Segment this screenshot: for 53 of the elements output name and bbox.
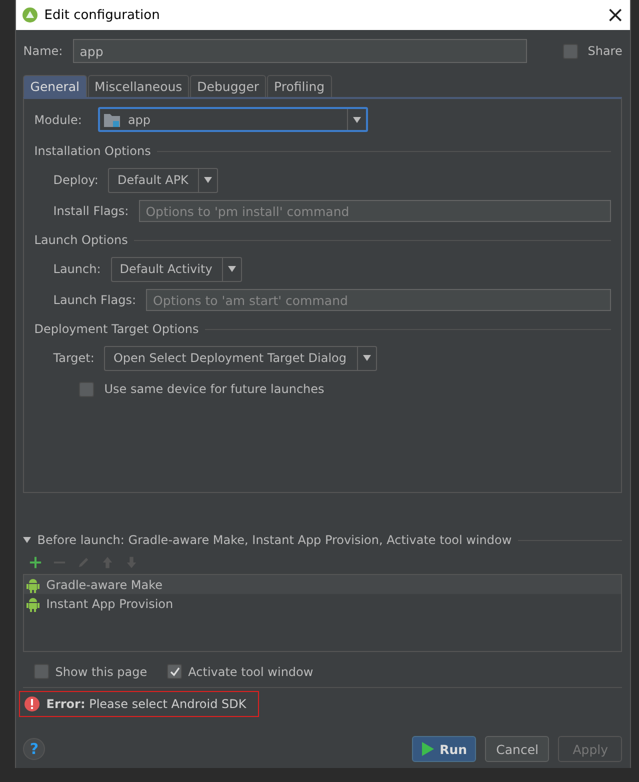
dropdown[interactable]: Default APK	[108, 168, 218, 192]
checkbox[interactable]	[167, 664, 182, 679]
section-title: Installation Options	[34, 144, 151, 158]
expand-arrow-icon[interactable]	[23, 536, 32, 544]
module-label: Module:	[34, 112, 82, 126]
field-label: Launch:	[53, 262, 101, 276]
task-item[interactable]: Gradle-aware Make	[24, 575, 622, 594]
window-title: Edit configuration	[44, 8, 161, 22]
add-icon[interactable]	[29, 556, 42, 569]
android-icon	[26, 576, 40, 592]
dropdown[interactable]: Default Activity	[110, 256, 242, 282]
help-button[interactable]: ?	[23, 738, 46, 760]
android-logo-icon	[22, 7, 38, 23]
caret-icon	[362, 355, 371, 361]
input-field[interactable]: Options to 'am start' command	[146, 289, 612, 311]
dialog-button[interactable]: Run	[412, 736, 476, 762]
pencil-icon[interactable]	[77, 556, 90, 569]
section-title: Launch Options	[34, 233, 128, 247]
folder-icon	[104, 112, 120, 126]
error-message: Error: Please select Android SDK	[19, 691, 260, 717]
dropdown[interactable]: Open Select Deployment Target Dialog	[104, 346, 377, 370]
checkbox[interactable]	[79, 382, 94, 396]
tab[interactable]: Debugger	[190, 75, 266, 97]
field-label: Target:	[53, 351, 94, 365]
task-item[interactable]: Instant App Provision	[24, 594, 622, 613]
arrow-down-icon[interactable]	[125, 556, 138, 569]
checkbox-label: Use same device for future launches	[104, 382, 324, 396]
close-button[interactable]: ×	[600, 0, 630, 30]
tab[interactable]: Profiling	[267, 75, 332, 97]
section-title: Deployment Target Options	[34, 322, 199, 336]
error-icon	[24, 696, 40, 712]
play-icon	[422, 742, 434, 756]
tab[interactable]: General	[23, 75, 87, 97]
tab[interactable]: Miscellaneous	[88, 75, 190, 97]
field-label: Deploy:	[53, 173, 98, 187]
caret-icon	[228, 266, 236, 272]
caret-icon	[352, 116, 361, 122]
android-icon	[26, 596, 40, 612]
section-title: Before launch: Gradle-aware Make, Instant App Provision, Activate tool window	[37, 533, 512, 547]
checkbox-label: Show this page	[55, 664, 148, 678]
input-field[interactable]: Options to 'pm install' command	[138, 200, 612, 222]
name-label: Name:	[23, 44, 63, 58]
caret-icon	[204, 177, 212, 183]
checkbox[interactable]	[34, 664, 50, 679]
share-label: Share	[588, 44, 622, 58]
checkbox-label: Activate tool window	[188, 664, 314, 678]
module-select[interactable]: app	[98, 107, 368, 132]
name-field[interactable]: app	[72, 39, 527, 63]
dialog-button[interactable]: Cancel	[485, 736, 550, 762]
field-label: Install Flags:	[53, 204, 129, 218]
field-label: Launch Flags:	[53, 293, 136, 307]
share-checkbox[interactable]	[562, 44, 578, 58]
arrow-up-icon[interactable]	[101, 556, 114, 569]
